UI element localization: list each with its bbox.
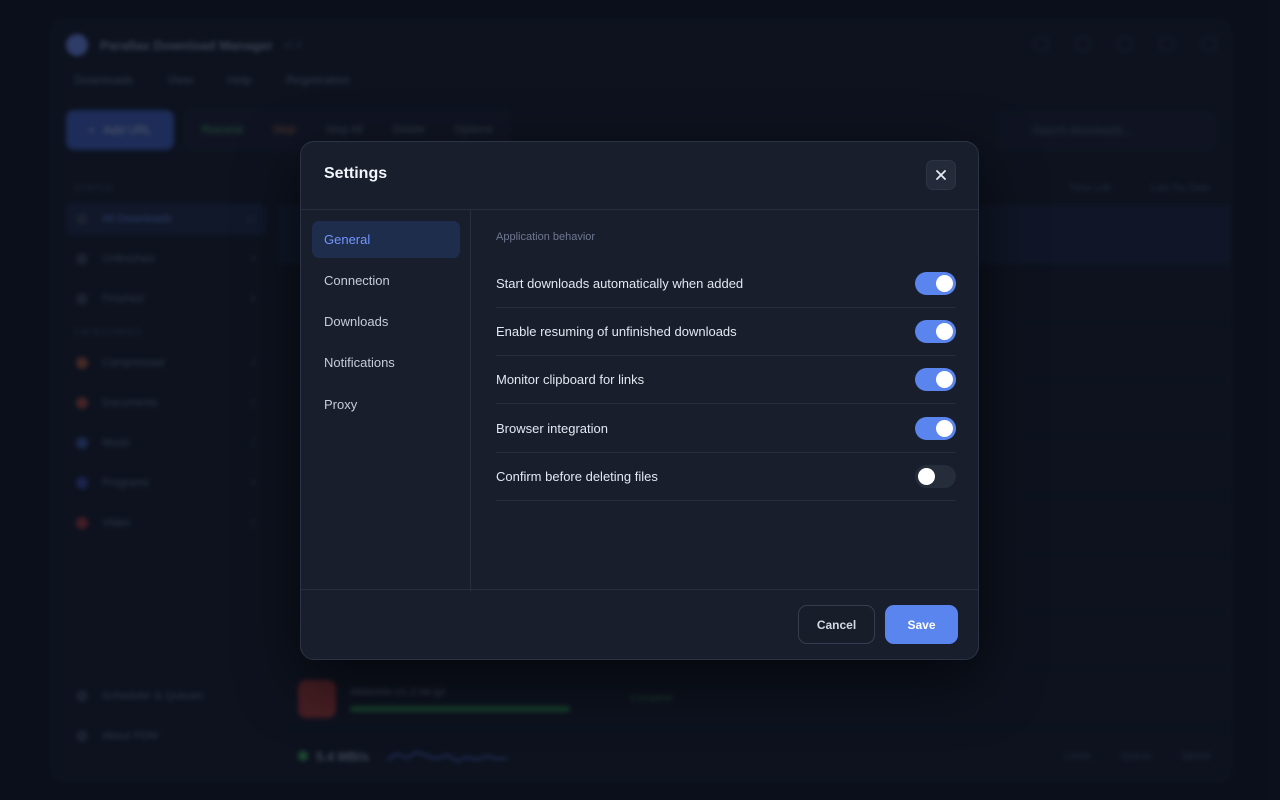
setting-row-auto-start: Start downloads automatically when added — [496, 260, 956, 308]
setting-label: Monitor clipboard for links — [496, 372, 645, 387]
close-button[interactable] — [926, 160, 956, 190]
setting-label: Browser integration — [496, 421, 608, 436]
settings-content: Application behavior Start downloads aut… — [472, 209, 978, 591]
toggle-knob — [936, 275, 953, 292]
toggle-knob — [936, 420, 953, 437]
section-label: Application behavior — [496, 231, 596, 243]
toggle-knob — [936, 371, 953, 388]
settings-nav: General Connection Downloads Notificatio… — [301, 209, 471, 591]
dialog-footer: Cancel Save — [301, 589, 978, 659]
confirm-delete-toggle[interactable] — [915, 465, 956, 488]
nav-proxy[interactable]: Proxy — [312, 386, 460, 423]
toggle-knob — [918, 468, 935, 485]
setting-row-clipboard: Monitor clipboard for links — [496, 356, 956, 404]
setting-label: Enable resuming of unfinished downloads — [496, 324, 737, 339]
nav-notifications[interactable]: Notifications — [312, 344, 460, 381]
settings-dialog: Settings General Connection Downloads No… — [300, 141, 979, 660]
auto-start-toggle[interactable] — [915, 272, 956, 295]
dialog-header: Settings — [301, 142, 978, 210]
save-button[interactable]: Save — [885, 605, 958, 644]
setting-row-browser: Browser integration — [496, 405, 956, 453]
resume-toggle[interactable] — [915, 320, 956, 343]
nav-general[interactable]: General — [312, 221, 460, 258]
setting-row-resume: Enable resuming of unfinished downloads — [496, 308, 956, 356]
nav-connection[interactable]: Connection — [312, 262, 460, 299]
setting-label: Start downloads automatically when added — [496, 276, 744, 291]
setting-row-confirm-delete: Confirm before deleting files — [496, 453, 956, 501]
toggle-knob — [936, 323, 953, 340]
close-icon — [936, 170, 946, 180]
cancel-button[interactable]: Cancel — [798, 605, 875, 644]
nav-downloads[interactable]: Downloads — [312, 303, 460, 340]
setting-label: Confirm before deleting files — [496, 469, 658, 484]
browser-integration-toggle[interactable] — [915, 417, 956, 440]
clipboard-toggle[interactable] — [915, 368, 956, 391]
dialog-title: Settings — [324, 165, 388, 182]
